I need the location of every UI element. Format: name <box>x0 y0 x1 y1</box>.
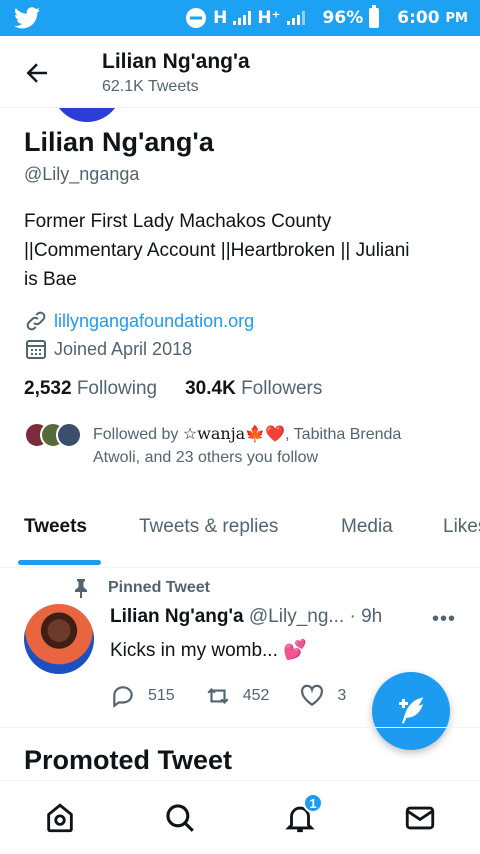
tab-media[interactable]: Media <box>341 516 393 538</box>
avatar <box>56 422 82 448</box>
compose-tweet-button[interactable] <box>372 672 450 750</box>
promoted-tweet-heading: Promoted Tweet <box>24 745 233 775</box>
bio-line: Former First Lady Machakos County <box>24 211 332 232</box>
followed-by-line-2: Atwoli, and 23 others you follow <box>93 449 319 466</box>
active-tab-indicator <box>18 560 101 565</box>
followers-label: Followers <box>241 378 323 399</box>
retweet-button[interactable]: 452 <box>205 683 270 709</box>
like-count: 3 <box>337 687 347 704</box>
pin-icon <box>75 579 87 598</box>
followed-by-text[interactable]: Followed by ☆wanja🍁❤️, Tabitha Brenda At… <box>93 422 463 469</box>
website-row: lillyngangafoundation.org <box>24 309 254 333</box>
tweet-body: Kicks in my womb... <box>110 640 278 661</box>
search-icon[interactable] <box>163 801 197 835</box>
twitter-bird-icon <box>14 7 40 29</box>
battery-icon <box>369 5 380 28</box>
pinned-indicator: Pinned Tweet <box>72 578 210 598</box>
retweet-count: 452 <box>242 687 270 704</box>
tweet-emoji: 💕 <box>283 640 307 661</box>
battery-percent: 96% <box>322 8 364 28</box>
clock: 6:00 <box>397 8 440 28</box>
following-stat[interactable]: 2,532 Following <box>24 378 157 400</box>
heart-icon <box>301 684 324 706</box>
reply-button[interactable]: 515 <box>110 683 175 709</box>
profile-handle: @Lily_nganga <box>24 164 140 184</box>
section-divider <box>0 727 480 728</box>
header-name: Lilian Ng'ang'a <box>102 50 250 73</box>
follow-stats: 2,532 Following 30.4K Followers <box>24 378 322 400</box>
status-bar: H H⁺ 96% 6:00 PM <box>0 0 480 36</box>
followed-by-emojis: 🍁❤️ <box>245 426 286 443</box>
tab-likes[interactable]: Likes <box>443 516 480 538</box>
signal-icon <box>233 11 252 25</box>
followed-by-line-1: Followed by ☆wanja🍁❤️, Tabitha Brenda <box>93 422 463 446</box>
profile-name: Lilian Ng'ang'a <box>24 127 214 157</box>
back-arrow-icon[interactable] <box>22 58 52 88</box>
website-link[interactable]: lillyngangafoundation.org <box>54 311 254 332</box>
network-type-2: H⁺ <box>257 8 281 28</box>
bio-line: is Bae <box>24 269 77 290</box>
followers-stat[interactable]: 30.4K Followers <box>185 378 322 400</box>
reply-icon <box>113 686 133 708</box>
notification-badge: 1 <box>303 793 323 813</box>
more-options-icon[interactable]: ••• <box>432 608 456 631</box>
tweet-header: Lilian Ng'ang'a @Lily_ng... · 9h <box>110 606 382 628</box>
like-button[interactable]: 3 <box>299 683 346 709</box>
signal-icon-2 <box>286 11 305 25</box>
profile-tabs: Tweets Tweets & replies Media Likes <box>0 502 480 568</box>
tab-tweets[interactable]: Tweets <box>24 516 87 538</box>
calendar-icon <box>26 340 46 359</box>
tab-tweets-replies[interactable]: Tweets & replies <box>139 516 278 538</box>
followed-by-rest: , Tabitha Brenda <box>285 426 402 443</box>
tweet-author-avatar[interactable] <box>24 604 94 674</box>
bio-line: ||Commentary Account ||Heartbroken || Ju… <box>24 240 410 261</box>
following-count: 2,532 <box>24 378 72 399</box>
header-tweet-count: 62.1K Tweets <box>102 78 199 95</box>
do-not-disturb-icon <box>186 8 207 28</box>
profile-header: Lilian Ng'ang'a 62.1K Tweets <box>0 36 480 108</box>
followed-by-name: ☆wanja <box>182 424 246 443</box>
tweet-text[interactable]: Kicks in my womb... 💕 <box>110 638 307 662</box>
followers-count: 30.4K <box>185 378 236 399</box>
status-right: H H⁺ 96% 6:00 PM <box>185 5 468 29</box>
joined-date: Joined April 2018 <box>54 338 193 359</box>
tweet-author-name[interactable]: Lilian Ng'ang'a <box>110 606 244 627</box>
bottom-navigation: 1 <box>0 780 480 854</box>
tweet-handle-time: @Lily_ng... · 9h <box>248 606 383 627</box>
reply-count: 515 <box>148 687 175 704</box>
followed-by-avatars[interactable] <box>24 422 82 448</box>
profile-bio: Former First Lady Machakos County ||Comm… <box>24 207 464 294</box>
tweet-actions: 515 452 3 <box>110 683 376 709</box>
link-icon <box>26 311 46 331</box>
compose-feather-icon <box>399 697 423 724</box>
following-label: Following <box>76 378 158 399</box>
pinned-label: Pinned Tweet <box>108 579 210 596</box>
retweet-icon <box>207 687 229 705</box>
followed-by-prefix: Followed by <box>93 426 183 443</box>
clock-ampm: PM <box>445 10 468 26</box>
joined-row: Joined April 2018 <box>24 337 192 361</box>
network-type: H <box>213 8 228 28</box>
messages-envelope-icon[interactable] <box>403 801 437 835</box>
home-icon[interactable] <box>43 801 77 835</box>
